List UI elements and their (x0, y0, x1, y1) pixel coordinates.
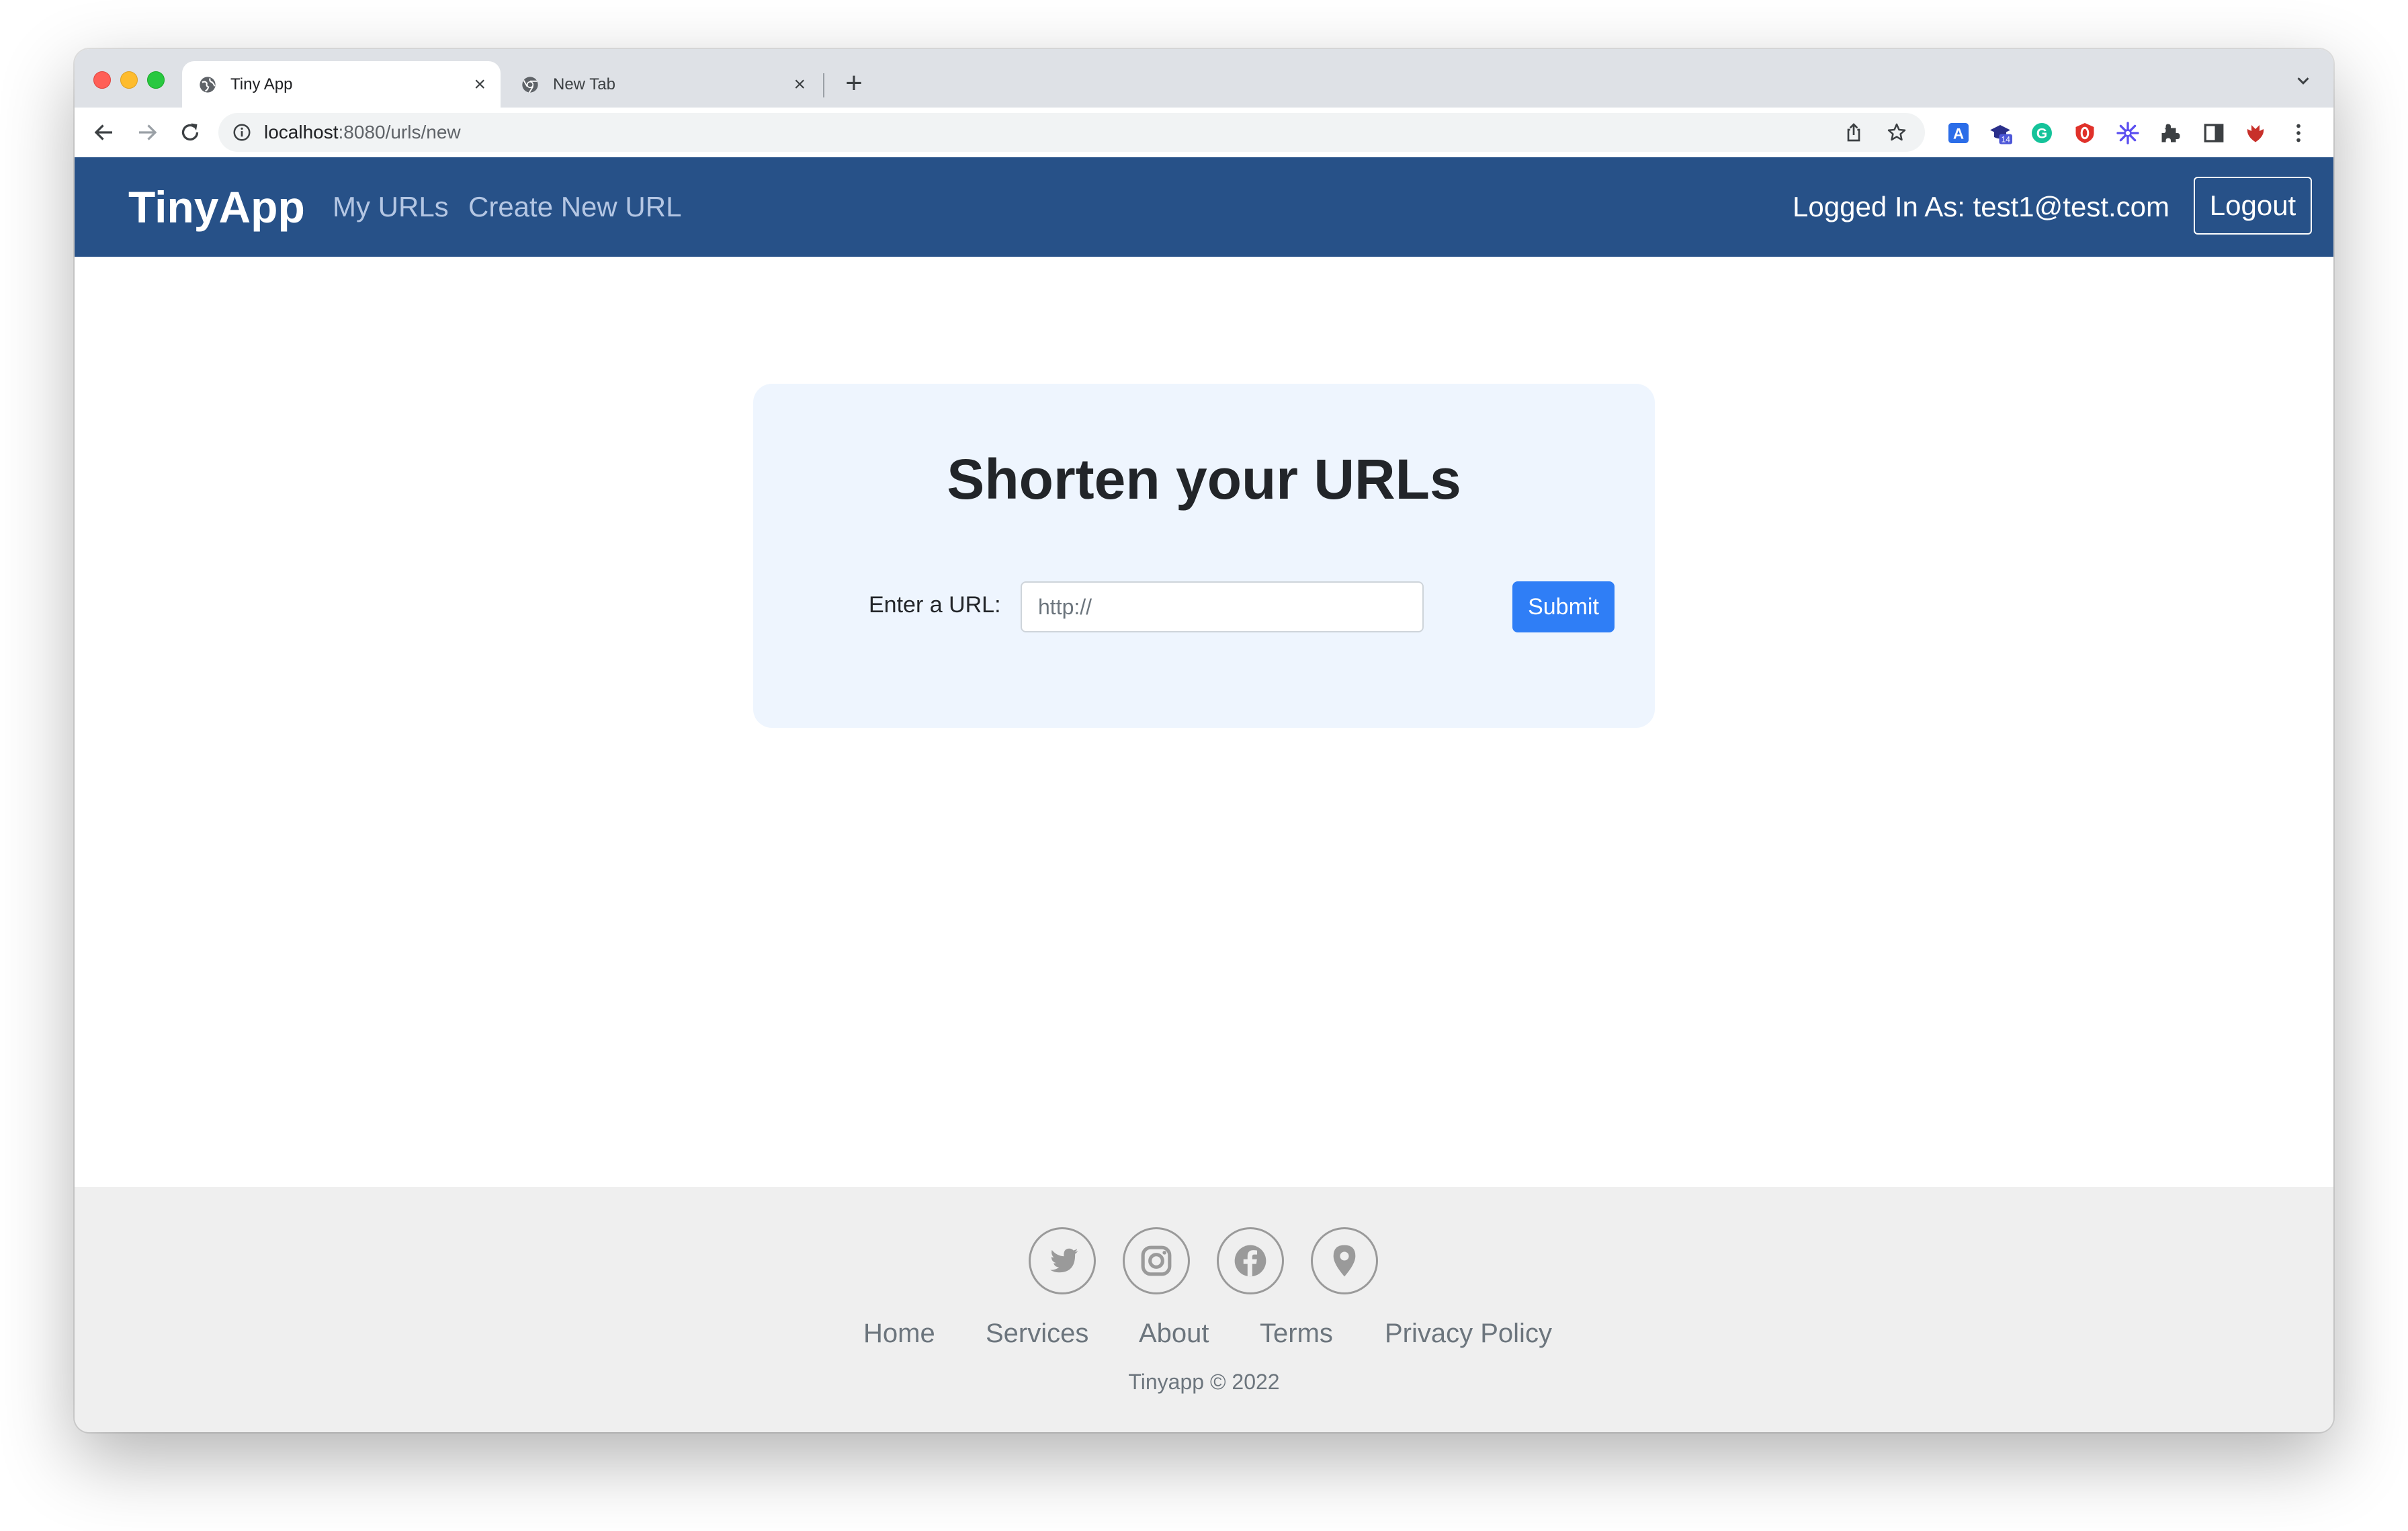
footer-links: Home Services About Terms Privacy Policy (75, 1319, 2333, 1352)
extension-shield-icon[interactable] (2073, 121, 2097, 145)
instagram-glyph (1141, 1245, 1172, 1276)
minimize-window-button[interactable] (120, 71, 138, 89)
footer: Home Services About Terms Privacy Policy… (75, 1187, 2333, 1432)
menu-icon[interactable] (2286, 121, 2311, 145)
location-pin-icon[interactable] (1311, 1227, 1378, 1294)
forward-icon[interactable] (135, 120, 159, 144)
svg-text:G: G (2036, 126, 2047, 142)
footer-link-about[interactable]: About (1139, 1319, 1209, 1349)
copyright-text: Tinyapp © 2022 (1128, 1370, 1280, 1394)
footer-link-home[interactable]: Home (863, 1319, 935, 1349)
tab-divider (823, 73, 824, 97)
url-label: Enter a URL: (869, 592, 1001, 618)
chrome-icon (522, 76, 538, 93)
chevron-down-icon[interactable] (2293, 71, 2313, 91)
tab-title: Tiny App (230, 75, 293, 93)
tab-tiny-app[interactable]: Tiny App × (182, 61, 501, 108)
extension-grammarly-icon[interactable]: G (2030, 121, 2054, 145)
facebook-icon[interactable] (1217, 1227, 1284, 1294)
app-navbar: TinyApp My URLs Create New URL Logged In… (75, 157, 2333, 257)
svg-text:14: 14 (2002, 135, 2011, 144)
page-title: Shorten your URLs (947, 448, 1461, 511)
url-input[interactable] (1021, 581, 1424, 632)
brand-link[interactable]: TinyApp (128, 181, 305, 233)
globe-icon (200, 76, 216, 93)
profile-icon[interactable] (2243, 121, 2268, 145)
site-info-icon[interactable] (232, 122, 252, 142)
twitter-glyph (1050, 1248, 1078, 1273)
tab-new-tab[interactable]: New Tab × (505, 61, 820, 108)
bookmark-star-icon[interactable] (1886, 122, 1907, 143)
close-tab-icon[interactable]: × (474, 74, 486, 95)
extension-snowflake-icon[interactable] (2116, 121, 2140, 145)
new-tab-button[interactable]: + (834, 67, 874, 100)
reload-icon[interactable] (178, 120, 202, 144)
logged-in-status: Logged In As: test1@test.com (1793, 191, 2169, 222)
location-pin-glyph (1333, 1245, 1356, 1277)
share-icon[interactable] (1843, 122, 1864, 143)
tab-title: New Tab (553, 75, 615, 93)
logout-button[interactable]: Logout (2194, 177, 2312, 235)
zoom-window-button[interactable] (147, 71, 165, 89)
facebook-glyph (1234, 1245, 1266, 1277)
nav-create-new-url[interactable]: Create New URL (468, 191, 681, 223)
extension-badge-icon[interactable]: 14 (1988, 121, 2012, 145)
footer-link-privacy-policy[interactable]: Privacy Policy (1385, 1319, 1552, 1349)
side-panel-icon[interactable] (2202, 121, 2226, 145)
twitter-icon[interactable] (1029, 1227, 1096, 1294)
close-tab-icon[interactable]: × (793, 74, 806, 95)
instagram-icon[interactable] (1123, 1227, 1190, 1294)
footer-link-services[interactable]: Services (986, 1319, 1088, 1349)
nav-my-urls[interactable]: My URLs (333, 191, 449, 223)
footer-link-terms[interactable]: Terms (1260, 1319, 1333, 1349)
browser-toolbar: localhost:8080/urls/new A 14 G (75, 108, 2333, 158)
back-icon[interactable] (92, 120, 116, 144)
extension-translate-icon[interactable]: A (1946, 121, 1971, 145)
close-window-button[interactable] (93, 71, 111, 89)
address-text[interactable]: localhost:8080/urls/new (264, 122, 461, 143)
address-bar[interactable]: localhost:8080/urls/new (218, 113, 1925, 152)
extensions-puzzle-icon[interactable] (2159, 121, 2183, 145)
svg-text:A: A (1953, 125, 1964, 142)
shorten-url-card: Shorten your URLs Enter a URL: Submit (753, 384, 1655, 728)
submit-button[interactable]: Submit (1512, 581, 1615, 632)
tab-strip: Tiny App × New Tab × + (75, 49, 2333, 108)
browser-window: Tiny App × New Tab × + localhost:8080/ur… (75, 49, 2333, 1432)
